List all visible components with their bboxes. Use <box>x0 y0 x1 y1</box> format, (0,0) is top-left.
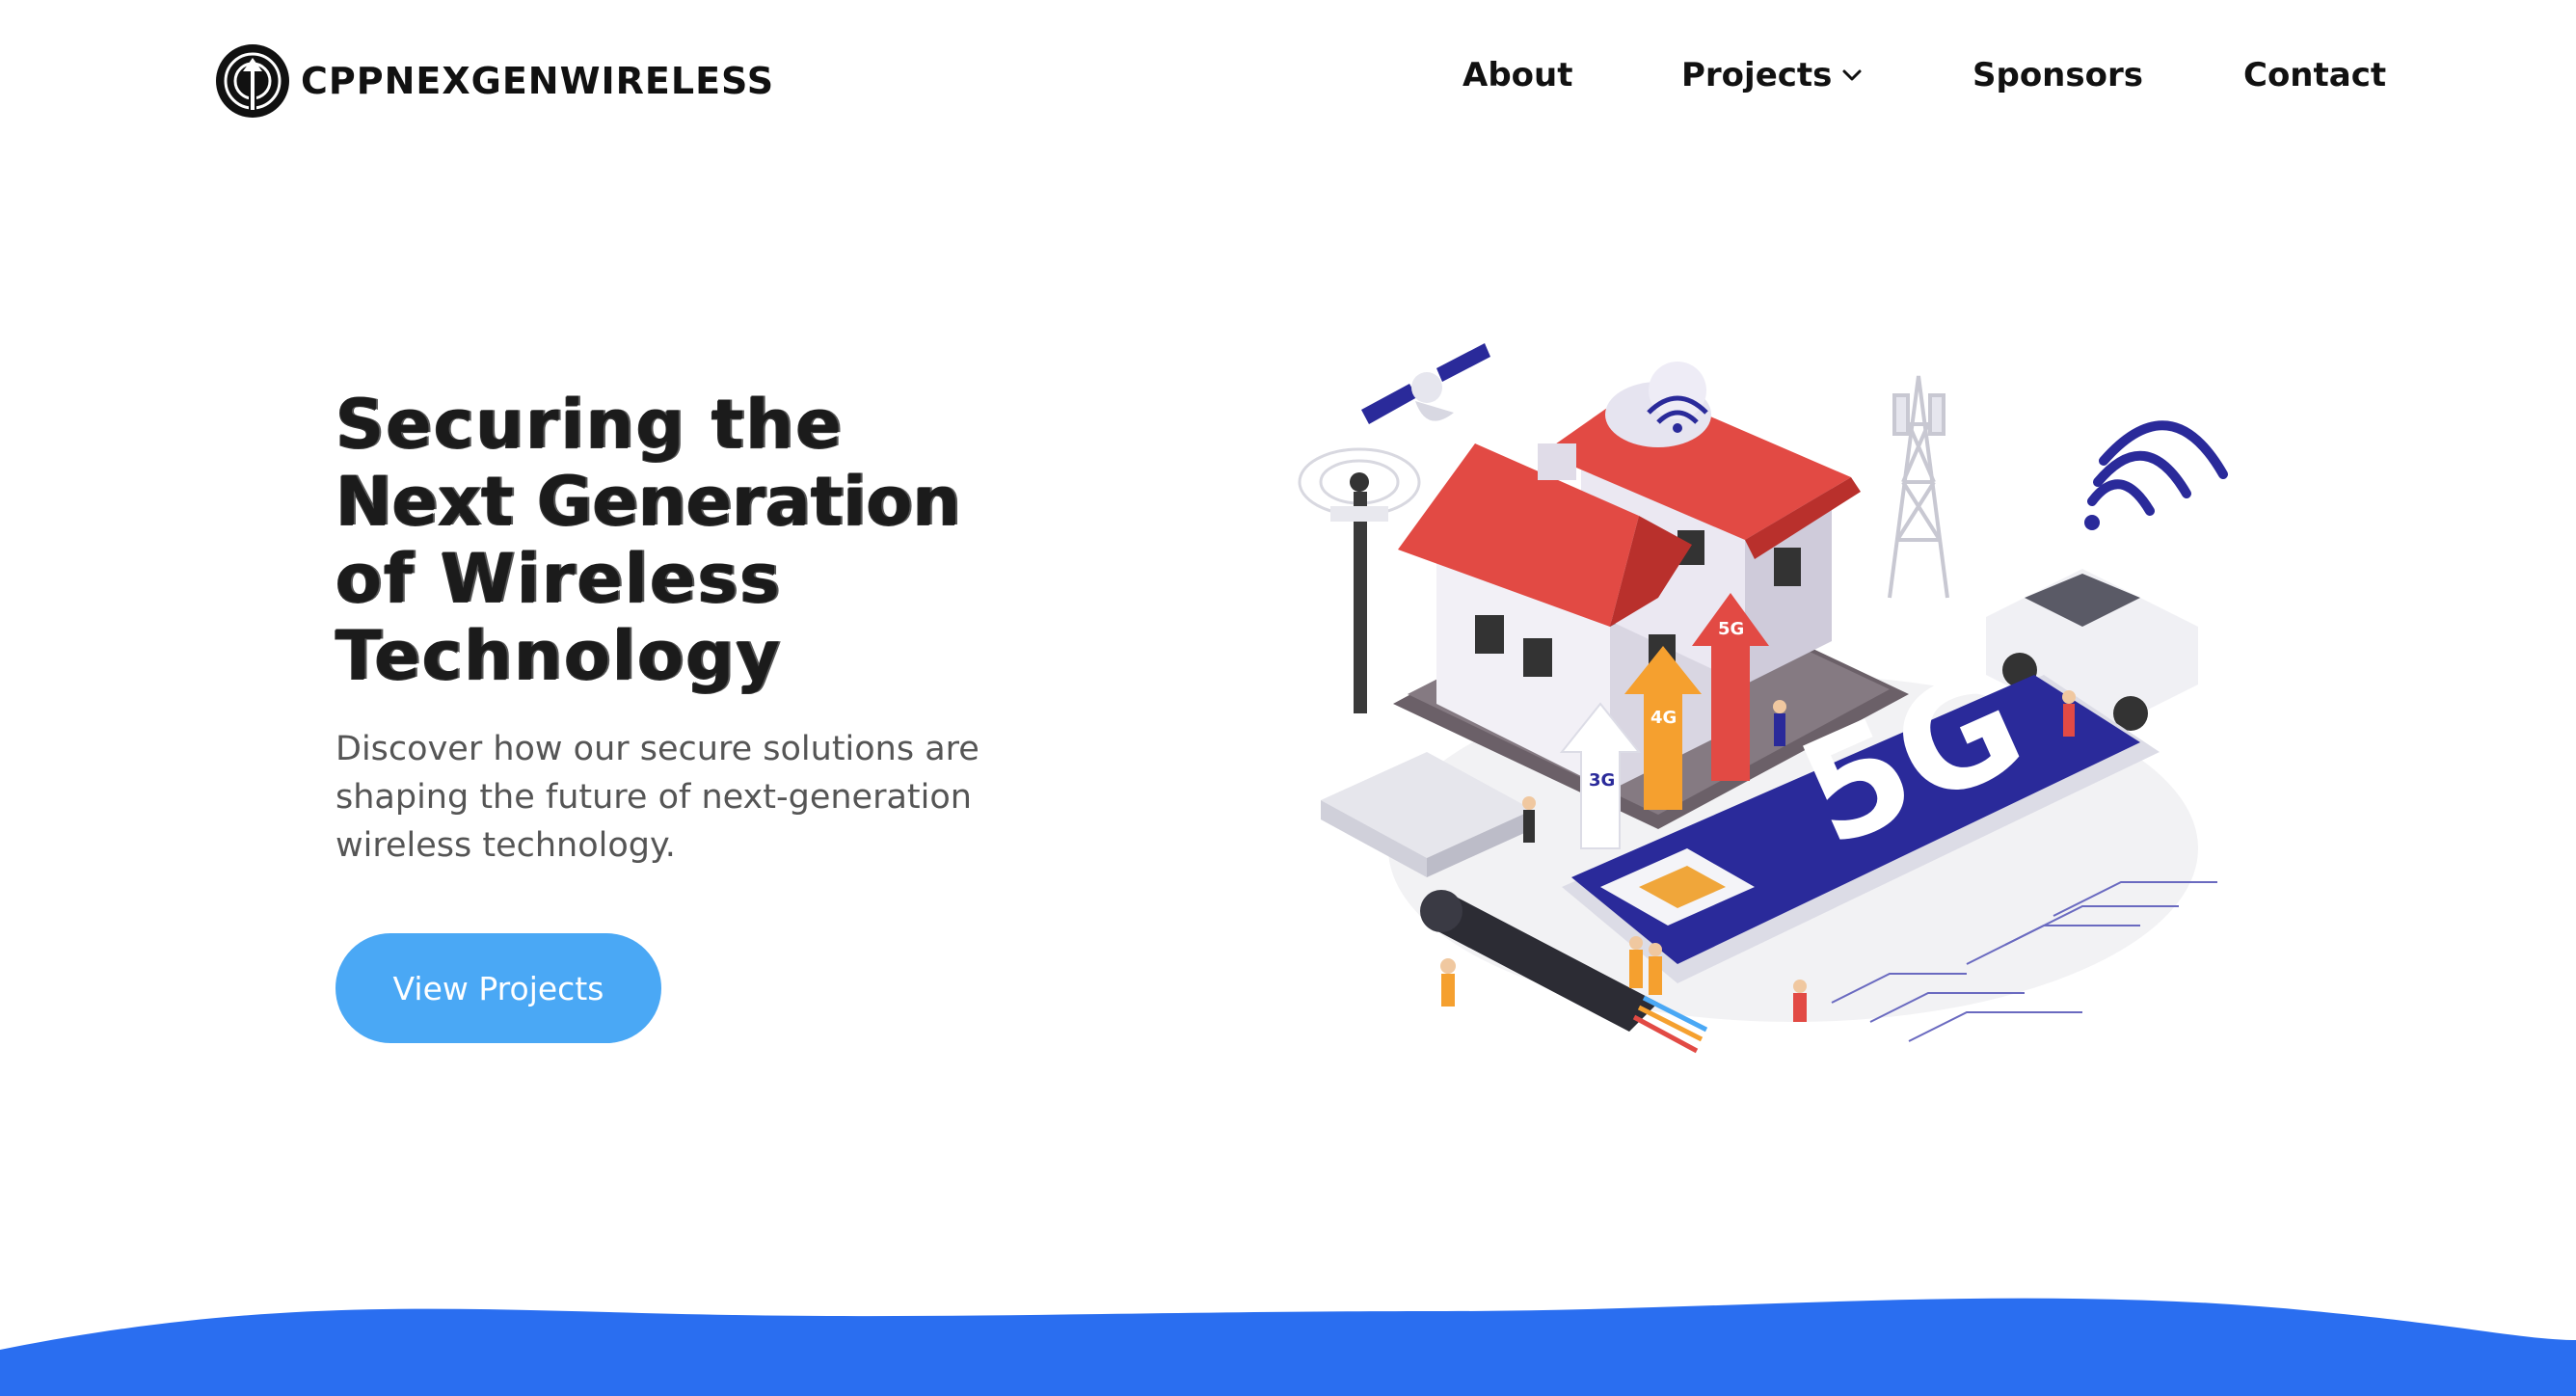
nav-sponsors-link[interactable]: Sponsors <box>1972 56 2143 94</box>
nav-projects-label: Projects <box>1681 56 1833 94</box>
hero-title-line-4: Technology <box>335 616 783 695</box>
view-projects-button[interactable]: View Projects <box>335 933 661 1043</box>
hero-title-line-2: Next Generation <box>335 462 961 541</box>
arrow-4g-label: 4G <box>1650 708 1677 728</box>
5g-network-illustration: 5G 3G 4G 5G <box>1298 343 2228 1054</box>
cloud-wifi-icon <box>1605 362 1711 447</box>
arrow-3g-label: 3G <box>1589 770 1615 791</box>
hero-title-line-3: of Wireless <box>335 539 782 618</box>
nav-about-link[interactable]: About <box>1462 56 1572 94</box>
bottom-wave <box>0 1298 2576 1396</box>
nav-contact-link[interactable]: Contact <box>2243 56 2386 94</box>
main-nav: About Projects Sponsors Contact <box>0 56 2576 104</box>
page: CPPNEXGENWIRELESS About Projects Sponsor… <box>0 0 2576 1396</box>
hero-description: Discover how our secure solutions are sh… <box>335 730 979 865</box>
hero-title: Securing the Next Generation of Wireless… <box>335 386 1107 694</box>
arrow-5g-label: 5G <box>1718 619 1744 639</box>
cell-tower <box>1888 375 1949 599</box>
nav-projects-dropdown[interactable]: Projects <box>1681 56 1863 94</box>
satellite-icon <box>1361 343 1490 424</box>
hero-title-line-1: Securing the <box>335 385 844 464</box>
chevron-down-icon <box>1842 69 1862 81</box>
wifi-icon <box>2084 420 2228 530</box>
antenna-tower <box>1298 447 1421 713</box>
